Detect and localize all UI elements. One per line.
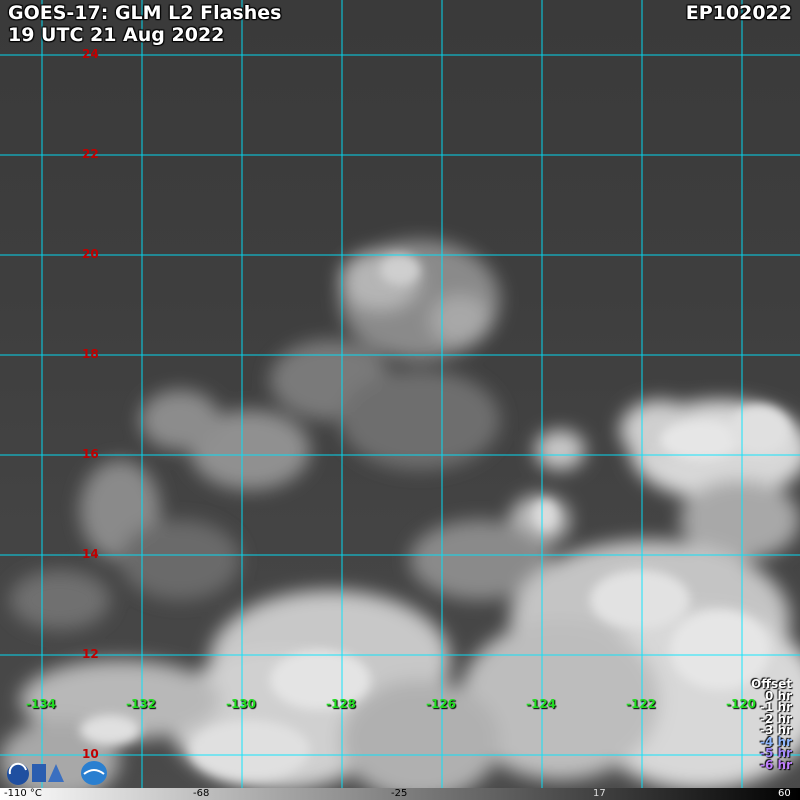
cira-rammb-logo-icon (7, 761, 107, 785)
lat-label: 18 (82, 347, 99, 361)
colorbar-label: 60 (778, 788, 791, 799)
legend-item: -6 hr (760, 757, 792, 772)
lat-label: 20 (82, 247, 99, 261)
lat-label: 16 (82, 447, 99, 461)
lat-label: 14 (82, 547, 99, 561)
colorbar-label: -110 °C (4, 788, 42, 799)
lat-label: 12 (82, 647, 99, 661)
satellite-imagery-map (0, 0, 800, 800)
lat-label: 22 (82, 147, 99, 161)
offset-legend: Offset 0 hr -1 hr -2 hr -3 hr -4 hr -5 h… (751, 678, 792, 772)
colorbar-label: 17 (593, 788, 606, 799)
lat-label: 24 (82, 47, 99, 61)
lon-label: -126 (426, 697, 457, 711)
colorbar-label: -25 (391, 788, 408, 799)
colorbar-label: -68 (193, 788, 210, 799)
lon-label: -124 (526, 697, 557, 711)
lon-label: -122 (626, 697, 657, 711)
lon-label: -132 (126, 697, 157, 711)
lon-label: -130 (226, 697, 257, 711)
map-title: GOES-17: GLM L2 Flashes (8, 2, 282, 24)
map-datetime: 19 UTC 21 Aug 2022 (8, 24, 225, 46)
storm-id: EP102022 (685, 2, 792, 24)
lon-label: -128 (326, 697, 357, 711)
lon-label: -134 (26, 697, 57, 711)
